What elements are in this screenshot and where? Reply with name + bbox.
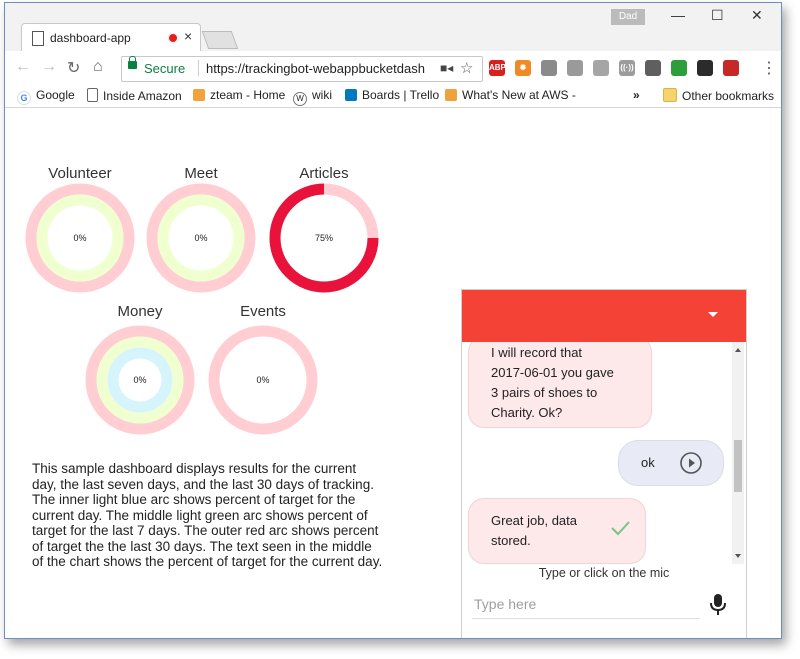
divider	[198, 60, 199, 76]
bookmark-trello[interactable]: Boards | Trello	[345, 88, 439, 102]
bookmark-star-icon[interactable]: ☆	[460, 59, 473, 77]
gauge-label: Events	[240, 303, 286, 320]
bookmark-google[interactable]: G Google	[17, 88, 75, 105]
page-icon	[32, 31, 44, 46]
bookmark-label: Other bookmarks	[682, 89, 775, 103]
message-line: Charity. Ok?	[491, 405, 563, 420]
forward-icon[interactable]: →	[41, 58, 57, 76]
box-extension-icon[interactable]	[567, 60, 583, 76]
play-icon[interactable]	[679, 451, 703, 475]
adblock-icon[interactable]: ABP	[489, 60, 506, 76]
tab-strip: dashboard-app × Dad — ☐ ✕	[5, 3, 781, 52]
bookmark-zteam-home[interactable]: zteam - Home	[193, 88, 285, 102]
url-text[interactable]: https://trackingbot-webappbucketdash	[206, 61, 434, 76]
message-line: I will record that	[491, 345, 583, 360]
google-icon: G	[17, 91, 31, 105]
user-message: ok	[618, 440, 724, 486]
chat-header[interactable]	[462, 290, 746, 342]
aws-icon	[445, 89, 457, 101]
gauge-articles: 75%	[269, 183, 379, 293]
location-extension-icon[interactable]	[645, 60, 661, 76]
message-body: Great job, data stored.	[491, 511, 577, 551]
microphone-icon[interactable]	[708, 592, 728, 616]
message-line: 3 pairs of shoes to	[491, 385, 598, 400]
dark-extension-icon[interactable]	[697, 60, 713, 76]
bookmark-inside-amazon[interactable]: Inside Amazon	[87, 88, 182, 103]
new-tab-button[interactable]	[201, 31, 239, 49]
folder-icon	[663, 88, 677, 102]
bot-message: I will record that 2017-06-01 you gave 3…	[468, 342, 652, 428]
gauge-label: Volunteer	[48, 165, 112, 182]
scroll-down-icon[interactable]	[735, 554, 741, 558]
amazon-icon	[193, 89, 205, 101]
page-content: 0% Volunteer 0% Meet 75% Articles 0% Money 0% Eve…	[5, 108, 781, 638]
scroll-thumb[interactable]	[734, 440, 742, 492]
bookmark-wiki[interactable]: Wwiki	[293, 88, 332, 106]
reload-icon[interactable]: ↻	[67, 58, 80, 78]
minimize-button[interactable]: —	[671, 7, 685, 23]
chevron-down-icon[interactable]	[708, 312, 718, 317]
gauge-label: Money	[117, 303, 163, 320]
gauge-value: 0%	[194, 233, 207, 243]
recording-icon	[168, 33, 178, 43]
gray-extension-icon[interactable]	[541, 60, 557, 76]
chat-widget: I will record that 2017-06-01 you gave 3…	[461, 289, 747, 638]
gauge-volunteer: 0%	[25, 183, 135, 293]
tab-dashboard-app[interactable]: dashboard-app ×	[21, 23, 201, 52]
tab-close-button[interactable]: ×	[184, 28, 192, 44]
gauge-events: 0%	[208, 325, 318, 435]
message-line: Great job, data	[491, 513, 577, 528]
menu-icon[interactable]: ⋮	[761, 58, 777, 78]
maximize-button[interactable]: ☐	[711, 7, 724, 24]
home-icon[interactable]: ⌂	[93, 58, 103, 76]
gauge-value: 0%	[256, 375, 269, 385]
bookmark-label: What's New at AWS -	[462, 88, 576, 102]
close-window-button[interactable]: ✕	[751, 7, 763, 24]
radio-extension-icon[interactable]: ((·))	[619, 60, 635, 76]
camera-icon[interactable]: ■◂	[440, 61, 453, 75]
sun-extension-icon[interactable]: ✹	[515, 60, 531, 76]
check-icon	[611, 521, 630, 536]
chat-messages: I will record that 2017-06-01 you gave 3…	[462, 342, 746, 564]
bookmarks-overflow-button[interactable]: »	[633, 88, 640, 102]
message-line: 2017-06-01 you gave	[491, 365, 614, 380]
bot-message: Great job, data stored.	[468, 498, 646, 564]
gauge-meet: 0%	[146, 183, 256, 293]
chat-hint: Type or click on the mic	[538, 566, 670, 580]
gauge-label: Meet	[184, 165, 218, 182]
gauge-value: 75%	[315, 233, 333, 243]
browser-window: dashboard-app × Dad — ☐ ✕ ← → ↻ ⌂ Secure…	[4, 2, 782, 639]
wiki-icon: W	[293, 92, 307, 106]
gauge-money: 0%	[85, 325, 195, 435]
green-extension-icon[interactable]	[671, 60, 687, 76]
message-text: ok	[641, 455, 655, 470]
bookmark-label: Boards | Trello	[362, 88, 440, 102]
gauge-label: Articles	[299, 165, 349, 182]
gauge-value: 0%	[133, 375, 146, 385]
back-icon[interactable]: ←	[15, 58, 31, 76]
lock-icon	[128, 56, 137, 69]
message-line: stored.	[491, 533, 531, 548]
scroll-up-icon[interactable]	[735, 348, 741, 352]
gauge-value: 0%	[73, 233, 86, 243]
bookmark-label: zteam - Home	[210, 88, 286, 102]
bookmark-label: Inside Amazon	[103, 89, 182, 103]
bookmark-label: wiki	[312, 88, 332, 102]
tab-title: dashboard-app	[50, 31, 131, 45]
chat-scrollbar[interactable]	[732, 342, 744, 564]
trello-icon	[345, 89, 357, 101]
dashboard-description: This sample dashboard displays results f…	[32, 461, 383, 569]
profile-badge[interactable]: Dad	[611, 9, 645, 25]
bookmark-label: Google	[36, 88, 75, 102]
secure-label: Secure	[144, 61, 186, 76]
bookmark-aws[interactable]: What's New at AWS -	[445, 88, 576, 102]
address-bar[interactable]: Secure https://trackingbot-webappbucketd…	[121, 56, 483, 82]
pdf-extension-icon[interactable]	[723, 60, 739, 76]
other-bookmarks[interactable]: Other bookmarks	[663, 88, 774, 103]
page-icon	[87, 88, 98, 102]
browser-toolbar: ← → ↻ ⌂ Secure https://trackingbot-webap…	[5, 51, 781, 85]
chat-input[interactable]	[472, 590, 700, 619]
bookmarks-bar: G Google Inside Amazon zteam - Home Wwiki…	[5, 85, 781, 108]
cloud-extension-icon[interactable]	[593, 60, 609, 76]
